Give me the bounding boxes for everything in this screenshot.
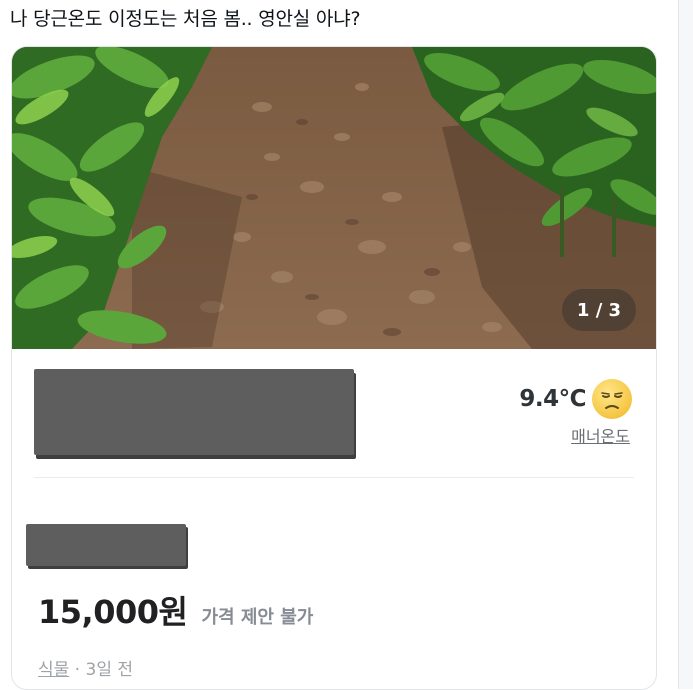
manner-temperature[interactable]: 9.4℃ xyxy=(519,379,632,419)
scrollbar[interactable] xyxy=(678,0,693,689)
photo-counter: 1 / 3 xyxy=(562,289,636,331)
negotiation-status: 가격 제안 불가 xyxy=(201,607,314,628)
photo-illustration xyxy=(12,47,656,349)
category-link[interactable]: 식물 xyxy=(38,660,69,680)
price-row: 15,000원 가격 제안 불가 xyxy=(38,587,313,633)
sad-face-icon xyxy=(592,379,632,419)
listing-title-redacted xyxy=(26,524,186,566)
price: 15,000원 xyxy=(38,593,188,631)
seller-info-redacted xyxy=(34,369,354,455)
time-ago: 3일 전 xyxy=(85,660,134,680)
listing-meta: 식물 · 3일 전 xyxy=(38,655,133,680)
listing-photo[interactable]: 1 / 3 xyxy=(12,47,656,349)
meta-separator: · xyxy=(69,660,86,680)
manner-temperature-label[interactable]: 매너온도 xyxy=(571,423,630,447)
divider xyxy=(34,477,634,478)
post-text: 나 당근온도 이정도는 처음 봄.. 영안실 아냐? xyxy=(10,8,361,30)
temperature-value: 9.4℃ xyxy=(519,386,586,412)
listing-card[interactable]: 1 / 3 9.4℃ 매너온도 15,000원 가격 제안 불가 식물 · 3일… xyxy=(11,46,657,690)
